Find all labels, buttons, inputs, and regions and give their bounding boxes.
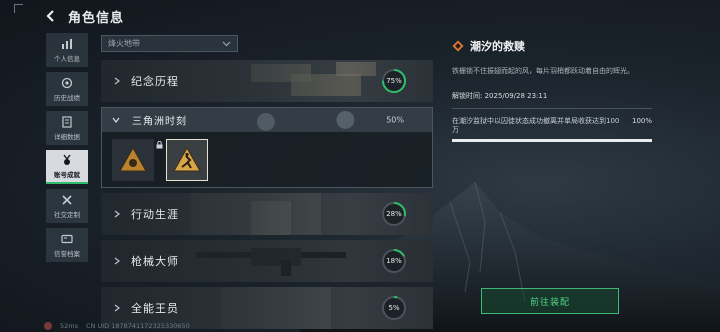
- detail-title-row: 潮汐的救赎: [452, 38, 652, 54]
- nav-item-history[interactable]: 历史战绩: [46, 72, 88, 106]
- nav-item-details[interactable]: 详细数据: [46, 111, 88, 145]
- go-equip-button[interactable]: 前往装配: [481, 288, 619, 314]
- bar-chart-icon: [62, 38, 72, 49]
- divider: [452, 108, 652, 109]
- progress-text: 75%: [386, 77, 402, 85]
- nav-label: 社交定制: [54, 210, 80, 219]
- category-commemorative[interactable]: 纪念历程 75%: [101, 60, 433, 102]
- lock-icon: [156, 141, 163, 149]
- page-title: 角色信息: [68, 10, 125, 26]
- progress-ring: 28%: [381, 201, 407, 227]
- category-name: 枪械大师: [131, 255, 179, 268]
- nav-label: 个人信息: [54, 54, 80, 63]
- chevron-right-icon: [114, 77, 120, 85]
- progress-text: 50%: [386, 115, 404, 125]
- warning-badge-icon: [119, 146, 147, 172]
- filter-value: 烽火地带: [108, 39, 140, 48]
- runner-badge-icon: [173, 146, 201, 172]
- chevron-down-icon: [222, 41, 231, 46]
- uid-text: CN UID 1878741172325330650: [86, 322, 190, 330]
- condition-row: 在潮汐监狱中以囚徒状态成功撤离并单局收获达到100万 100%: [452, 117, 652, 135]
- achievement-emblem-icon: [452, 40, 464, 52]
- badge-locked[interactable]: [112, 139, 163, 181]
- progress-text: 18%: [386, 257, 402, 265]
- condition-text: 在潮汐监狱中以囚徒状态成功撤离并单局收获达到100万: [452, 117, 620, 134]
- badge-row: [112, 139, 208, 181]
- category-name: 三角洲时刻: [132, 116, 187, 128]
- category-header[interactable]: 三角洲时刻 50%: [102, 108, 432, 132]
- badge-selected[interactable]: [166, 139, 208, 181]
- progress-ring: 75%: [381, 68, 407, 94]
- detail-title: 潮汐的救赎: [470, 40, 525, 53]
- ping-text: 52ms: [60, 322, 78, 330]
- mode-filter-dropdown[interactable]: 烽火地带: [101, 35, 238, 52]
- progress-text: 28%: [386, 210, 402, 218]
- category-name: 纪念历程: [131, 75, 179, 88]
- detail-description: 铁栅锁不住振翅而起的风，每片羽梢都跃动着自由的辉光。: [452, 67, 634, 75]
- progress-text: 5%: [388, 304, 400, 312]
- header: 角色信息: [44, 6, 124, 26]
- nav-label: 历史战绩: [54, 93, 80, 102]
- game-screen: 角色信息 个人信息 历史战绩 详细数据 账号成就 社交定制 信誉档案 烽火地带 …: [0, 0, 720, 332]
- achievement-detail: 潮汐的救赎 铁栅锁不住振翅而起的风，每片羽梢都跃动着自由的辉光。 解锁时间: 2…: [452, 38, 652, 142]
- back-arrow-icon[interactable]: [44, 9, 58, 23]
- chevron-right-icon: [114, 210, 120, 218]
- status-footer: 52ms CN UID 1878741172325330650: [44, 322, 190, 330]
- nav-label: 信誉档案: [54, 249, 80, 258]
- progress-ring: 18%: [381, 248, 407, 274]
- category-delta-moments: 三角洲时刻 50%: [101, 107, 433, 188]
- category-name: 行动生涯: [131, 208, 179, 221]
- side-nav: 个人信息 历史战绩 详细数据 账号成就 社交定制 信誉档案: [46, 33, 88, 267]
- document-icon: [62, 115, 72, 128]
- chevron-right-icon: [114, 304, 120, 312]
- unlock-time: 解锁时间: 2025/09/28 23:11: [452, 92, 548, 100]
- tools-icon: [62, 194, 72, 205]
- category-name: 全能王员: [131, 302, 179, 315]
- corner-mark: [14, 4, 23, 13]
- condition-progress-bar: [452, 139, 652, 142]
- target-icon: [61, 77, 73, 88]
- achievement-list: 纪念历程 75% 三角洲时刻 50% 行动生涯 28% 枪械大师 18% 全能王…: [101, 60, 433, 332]
- nav-item-social[interactable]: 社交定制: [46, 189, 88, 223]
- condition-percent: 100%: [631, 117, 652, 125]
- chevron-right-icon: [114, 257, 120, 265]
- category-operations-career[interactable]: 行动生涯 28%: [101, 193, 433, 235]
- progress-fill: [452, 139, 652, 142]
- chevron-down-icon: [112, 117, 120, 123]
- nav-item-achievements[interactable]: 账号成就: [46, 150, 88, 184]
- category-weapon-master[interactable]: 枪械大师 18%: [101, 240, 433, 282]
- nav-label: 账号成就: [54, 170, 80, 179]
- card-icon: [61, 234, 73, 243]
- nav-item-profile[interactable]: 个人信息: [46, 33, 88, 67]
- progress-ring: 5%: [381, 295, 407, 321]
- nav-item-credit[interactable]: 信誉档案: [46, 228, 88, 262]
- network-icon: [44, 322, 52, 330]
- nav-label: 详细数据: [54, 132, 80, 141]
- medal-icon: [63, 154, 71, 165]
